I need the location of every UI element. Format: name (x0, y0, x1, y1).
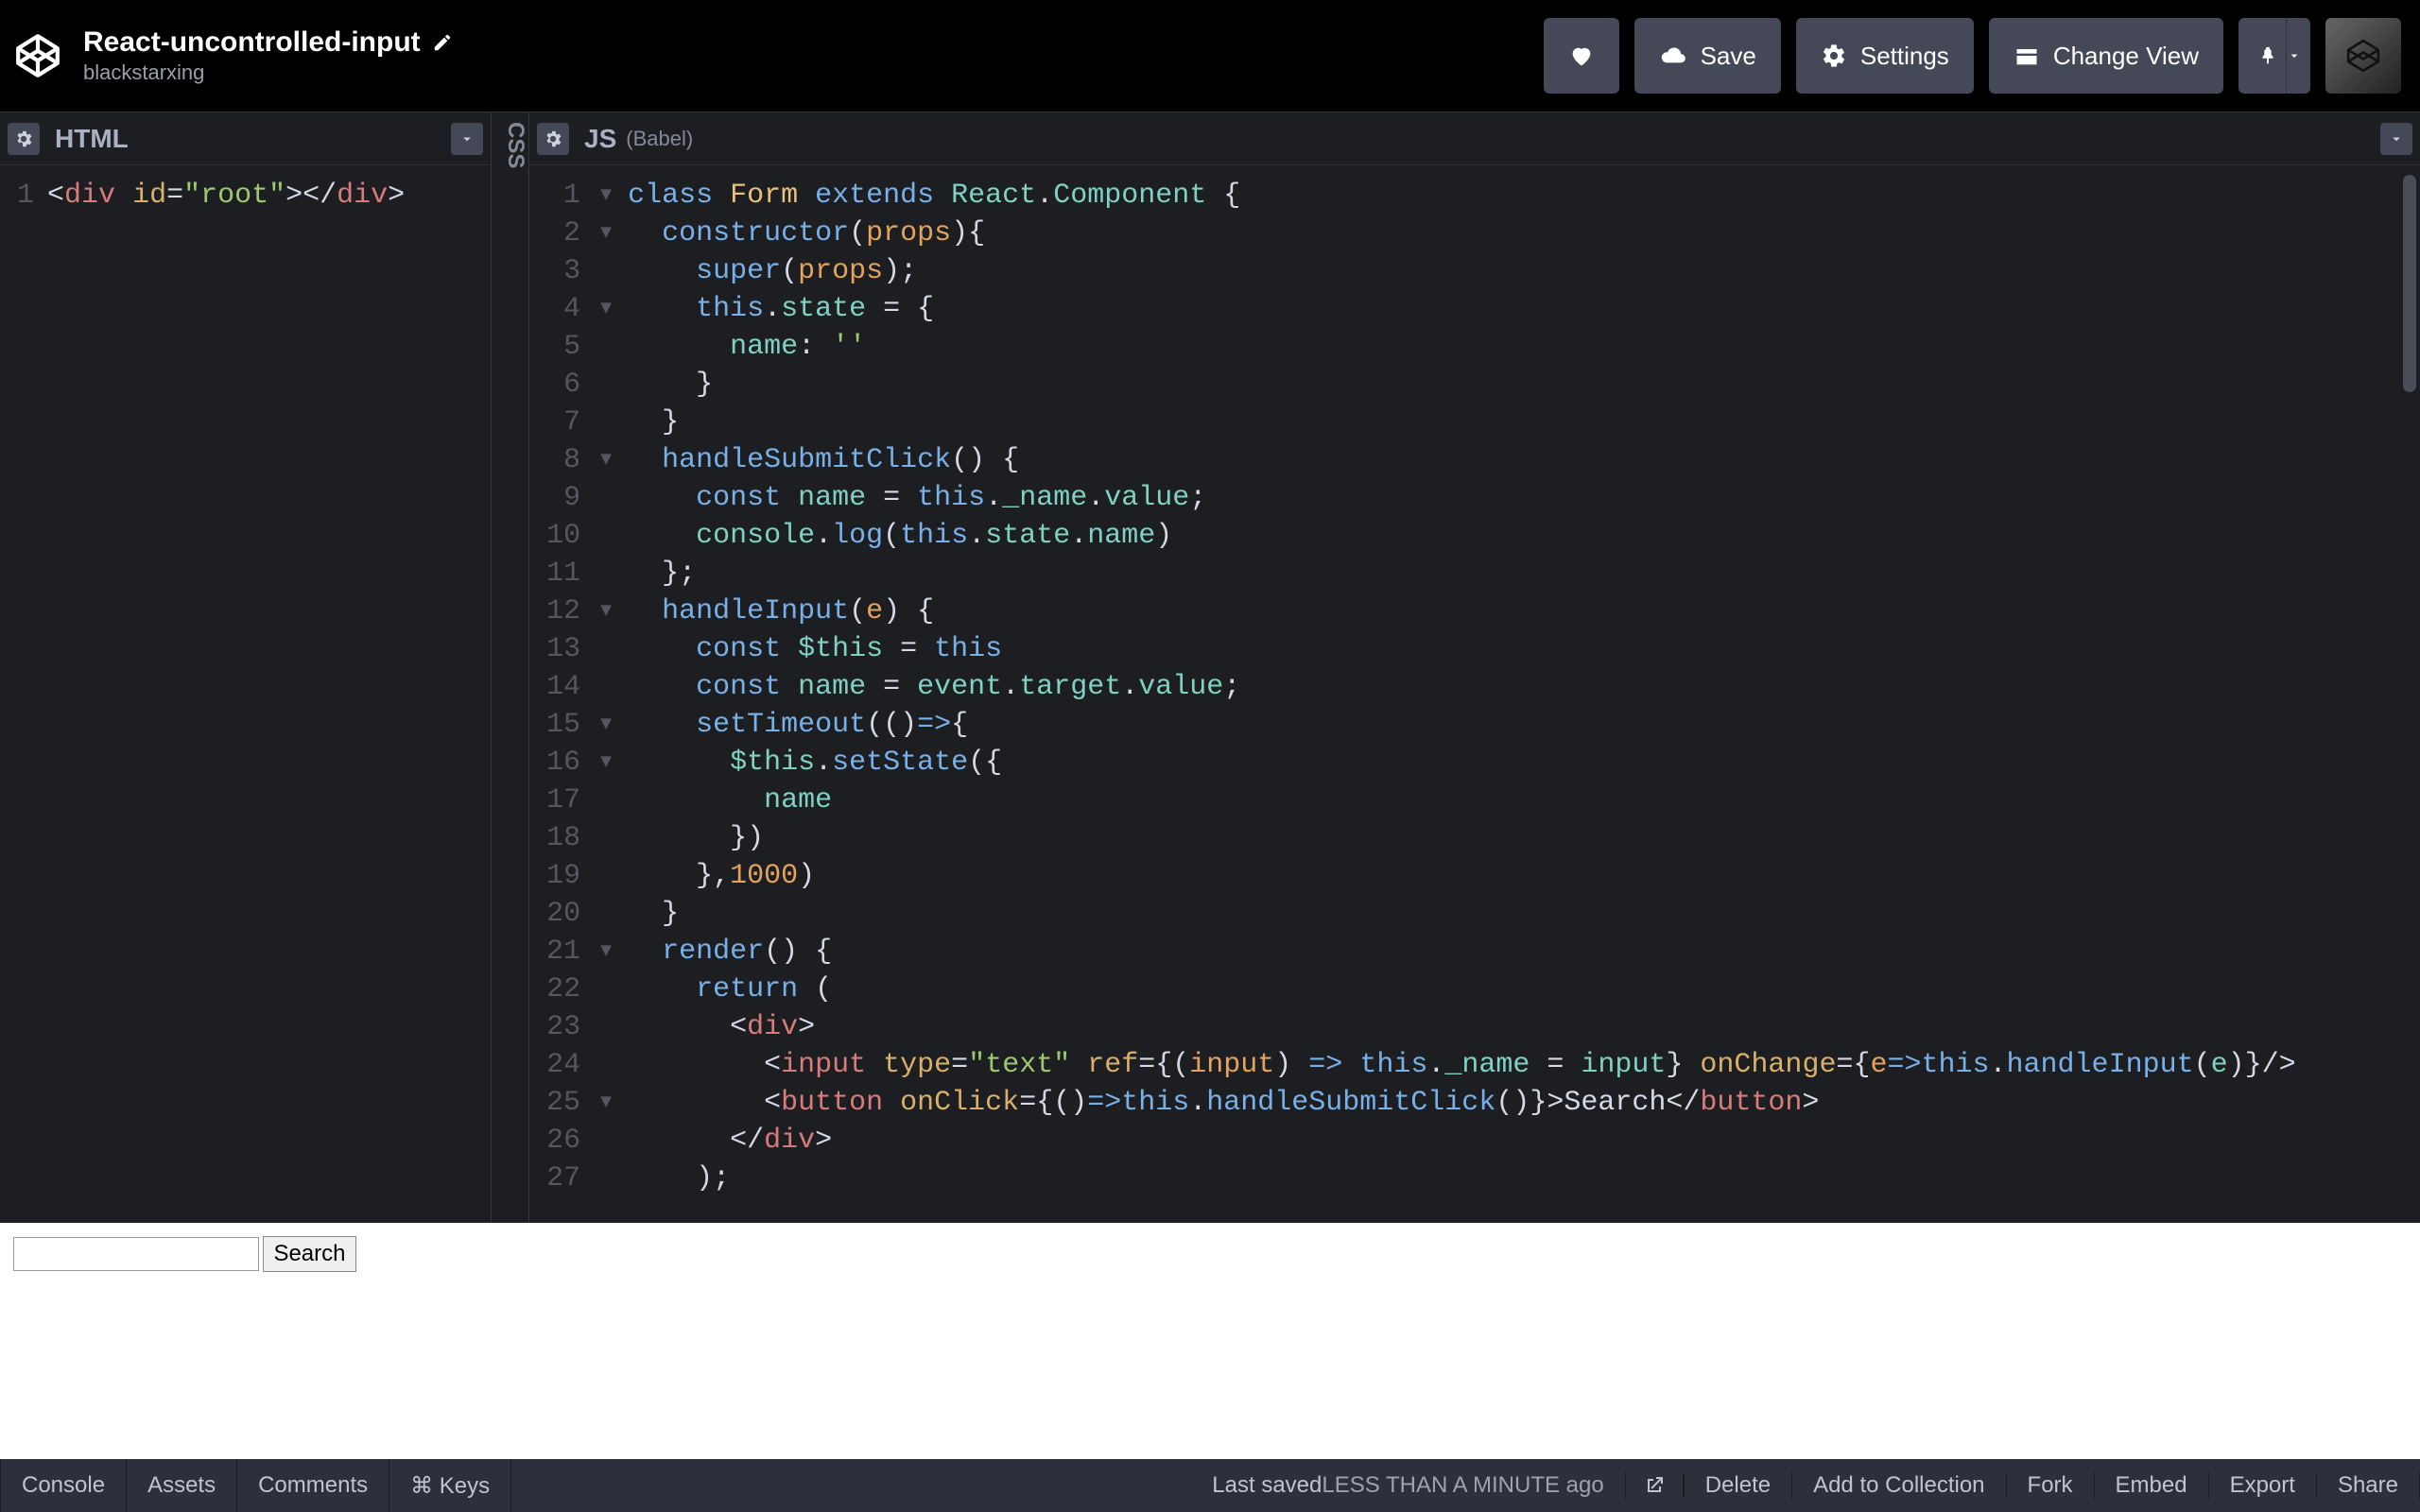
html-panel-chevron[interactable] (451, 123, 483, 155)
js-gutter: 1 ▾ 2 ▾ 3 4 ▾ 5 6 7 8 ▾ 9 10 11 12 ▾ 13 … (529, 177, 628, 1223)
pen-author[interactable]: blackstarxing (83, 60, 453, 85)
settings-button[interactable]: Settings (1796, 18, 1974, 94)
user-avatar[interactable] (2325, 18, 2401, 94)
footer-assets[interactable]: Assets (127, 1459, 237, 1512)
js-tab-sublabel: (Babel) (626, 127, 693, 151)
html-tab-label: HTML (55, 124, 129, 154)
footer-add-to-collection[interactable]: Add to Collection (1792, 1472, 2006, 1499)
footer-embed[interactable]: Embed (2095, 1472, 2209, 1499)
html-panel: HTML 1 <div id="root"></div> (0, 112, 492, 1223)
footer--keys[interactable]: ⌘ Keys (389, 1459, 511, 1512)
html-gutter: 1 (0, 177, 47, 1223)
js-panel-chevron[interactable] (2380, 123, 2412, 155)
footer-console[interactable]: Console (0, 1459, 127, 1512)
save-label: Save (1701, 42, 1756, 71)
footer-delete[interactable]: Delete (1684, 1472, 1792, 1499)
html-code[interactable]: <div id="root"></div> (47, 177, 491, 1223)
change-view-button[interactable]: Change View (1989, 18, 2223, 94)
edit-title-icon[interactable] (432, 32, 453, 53)
js-panel: JS (Babel) 1 ▾ 2 ▾ 3 4 ▾ 5 6 7 8 ▾ 9 10 … (529, 112, 2420, 1223)
save-button[interactable]: Save (1634, 18, 1781, 94)
js-code[interactable]: class Form extends React.Component { con… (628, 177, 2420, 1223)
output-preview: Search (0, 1223, 2420, 1459)
js-code-area[interactable]: 1 ▾ 2 ▾ 3 4 ▾ 5 6 7 8 ▾ 9 10 11 12 ▾ 13 … (529, 165, 2420, 1223)
footer-fork[interactable]: Fork (2007, 1472, 2095, 1499)
js-tab[interactable]: JS (Babel) (577, 114, 714, 163)
pen-title[interactable]: React-uncontrolled-input (83, 26, 421, 59)
js-scrollbar[interactable] (2403, 175, 2416, 392)
open-new-window-icon[interactable] (1626, 1474, 1684, 1497)
footer-export[interactable]: Export (2209, 1472, 2317, 1499)
like-button[interactable] (1544, 18, 1619, 94)
header: React-uncontrolled-input blackstarxing S… (0, 0, 2420, 112)
html-code-area[interactable]: 1 <div id="root"></div> (0, 165, 491, 1223)
preview-search-button[interactable]: Search (263, 1236, 355, 1272)
css-panel-collapsed[interactable]: CSS (492, 112, 529, 1223)
html-panel-header: HTML (0, 112, 491, 165)
html-tab[interactable]: HTML (47, 114, 149, 163)
footer-share[interactable]: Share (2317, 1472, 2420, 1499)
js-settings-icon[interactable] (537, 123, 569, 155)
html-settings-icon[interactable] (8, 123, 40, 155)
js-tab-label: JS (584, 124, 616, 154)
pin-dropdown[interactable] (2286, 18, 2310, 94)
title-block: React-uncontrolled-input blackstarxing (83, 26, 453, 85)
editors-row: HTML 1 <div id="root"></div> CSS JS (Bab… (0, 112, 2420, 1223)
change-view-label: Change View (2053, 42, 2199, 71)
js-panel-header: JS (Babel) (529, 112, 2420, 165)
preview-text-input[interactable] (13, 1237, 259, 1271)
css-tab-label: CSS (492, 112, 528, 168)
settings-label: Settings (1860, 42, 1949, 71)
last-saved: Last saved LESS THAN A MINUTE ago (1191, 1472, 1625, 1499)
footer: ConsoleAssetsComments⌘ Keys Last saved L… (0, 1459, 2420, 1512)
footer-comments[interactable]: Comments (237, 1459, 389, 1512)
codepen-logo[interactable] (13, 31, 62, 80)
